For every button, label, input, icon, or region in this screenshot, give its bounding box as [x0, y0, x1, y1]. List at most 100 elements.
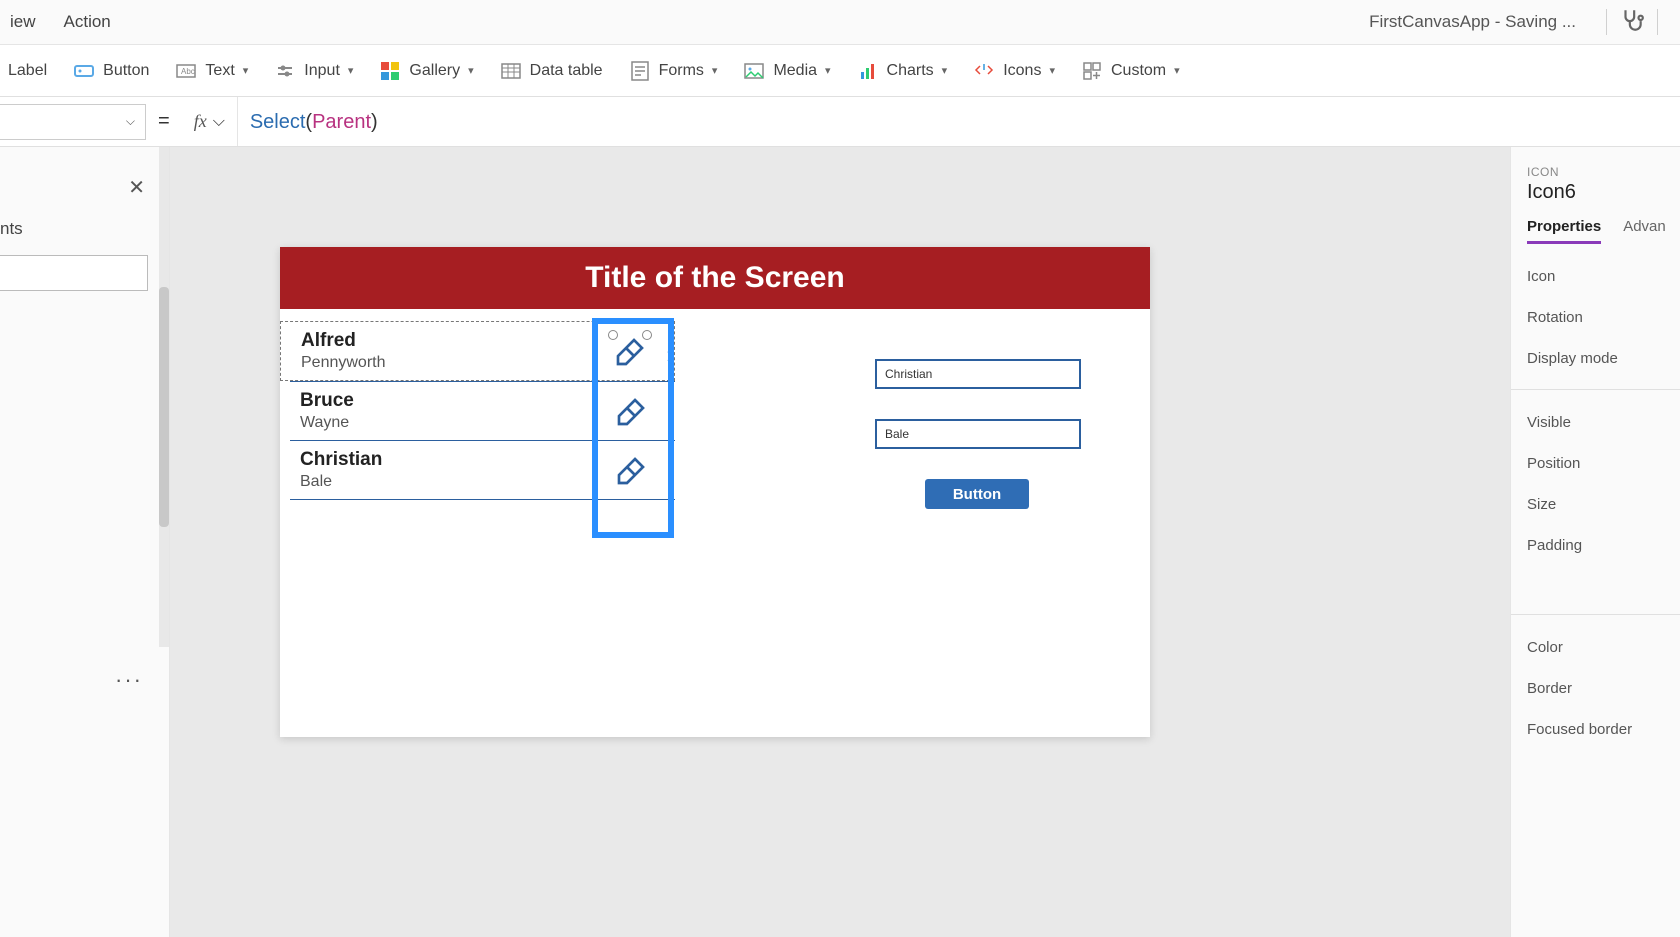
prop-row[interactable]: Padding	[1527, 537, 1664, 554]
fx-button[interactable]: fx ⌵	[182, 97, 238, 146]
forms-icon	[629, 60, 651, 82]
submit-button[interactable]: Button	[925, 479, 1029, 509]
text-text: Text	[205, 62, 234, 80]
insert-text[interactable]: Abc Text ▾	[175, 60, 248, 82]
fx-label: fx	[194, 111, 207, 132]
media-text: Media	[773, 62, 817, 80]
button-text: Button	[103, 62, 149, 80]
prop-row[interactable]: Color	[1527, 639, 1664, 656]
prop-row[interactable]: Visible	[1527, 414, 1664, 431]
formula-func: Select	[250, 111, 306, 133]
insert-input[interactable]: Input ▾	[274, 60, 353, 82]
chevron-down-icon: ▾	[243, 64, 249, 77]
tree-view-panel: ✕ nts ···	[0, 147, 170, 937]
gallery-control[interactable]: Alfred Pennyworth › Bruce Wayne	[280, 321, 675, 509]
screen-title: Title of the Screen	[280, 247, 1150, 309]
eraser-icon[interactable]	[614, 336, 646, 373]
canvas-area: Title of the Screen Alfred Pennyworth ›	[170, 147, 1510, 937]
lastname-input[interactable]: Bale	[875, 419, 1081, 449]
insert-ribbon: Label Button Abc Text ▾ Input ▾ Gallery …	[0, 45, 1680, 97]
insert-gallery[interactable]: Gallery ▾	[379, 60, 473, 82]
svg-text:Abc: Abc	[181, 67, 195, 76]
gallery-row[interactable]: Christian Bale ›	[280, 441, 675, 499]
divider	[1606, 9, 1607, 35]
prop-row[interactable]: Size	[1527, 496, 1664, 513]
forms-text: Forms	[659, 62, 704, 80]
insert-media[interactable]: Media ▾	[743, 60, 830, 82]
row-firstname: Alfred	[301, 330, 654, 352]
menu-bar: iew Action FirstCanvasApp - Saving ...	[0, 0, 1680, 45]
formula-arg: Parent	[312, 111, 371, 133]
icons-icon	[973, 60, 995, 82]
eraser-icon[interactable]	[615, 455, 647, 492]
insert-datatable[interactable]: Data table	[500, 60, 603, 82]
charts-icon	[857, 60, 879, 82]
gallery-text: Gallery	[409, 62, 460, 80]
datatable-text: Data table	[530, 62, 603, 80]
row-lastname: Pennyworth	[301, 354, 654, 372]
formula-input[interactable]: Select(Parent)	[238, 109, 1680, 134]
divider	[1657, 9, 1658, 35]
control-type-label: ICON	[1527, 165, 1664, 179]
tab-properties[interactable]: Properties	[1527, 218, 1601, 244]
chevron-down-icon: ▾	[712, 64, 718, 77]
menu-action[interactable]: Action	[64, 12, 111, 32]
custom-text: Custom	[1111, 62, 1166, 80]
firstname-input[interactable]: Christian	[875, 359, 1081, 389]
prop-row[interactable]: Icon	[1527, 268, 1664, 285]
row-firstname: Christian	[300, 449, 655, 471]
close-icon[interactable]: ✕	[128, 175, 145, 200]
insert-charts[interactable]: Charts ▾	[857, 60, 948, 82]
text-icon: Abc	[175, 60, 197, 82]
form-area: Christian Bale Button	[675, 309, 1150, 509]
chevron-down-icon: ▾	[1049, 64, 1055, 77]
gallery-row[interactable]: Bruce Wayne ›	[280, 382, 675, 440]
scrollbar-thumb[interactable]	[159, 287, 169, 527]
properties-panel: ICON Icon6 Properties Advan Icon Rotatio…	[1510, 147, 1680, 937]
prop-row[interactable]: Display mode	[1527, 350, 1664, 367]
prop-row[interactable]: Position	[1527, 455, 1664, 472]
gallery-row[interactable]: Alfred Pennyworth ›	[280, 321, 675, 381]
tree-search-input[interactable]	[0, 255, 148, 291]
chevron-right-icon[interactable]: ›	[668, 461, 675, 487]
custom-icon	[1081, 60, 1103, 82]
chevron-down-icon: ▾	[348, 64, 354, 77]
icons-text: Icons	[1003, 62, 1041, 80]
insert-button[interactable]: Button	[73, 60, 149, 82]
gallery-icon	[379, 60, 401, 82]
tree-view-title: nts	[0, 219, 23, 239]
formula-bar: ⌵ = fx ⌵ Select(Parent)	[0, 97, 1680, 147]
insert-icons[interactable]: Icons ▾	[973, 60, 1055, 82]
prop-row[interactable]: Border	[1527, 680, 1664, 697]
menu-view[interactable]: iew	[10, 12, 36, 32]
chevron-down-icon: ⌵	[213, 113, 225, 131]
prop-row[interactable]: Focused border	[1527, 721, 1664, 738]
insert-custom[interactable]: Custom ▾	[1081, 60, 1180, 82]
row-lastname: Bale	[300, 473, 655, 491]
insert-label[interactable]: Label	[8, 62, 47, 80]
input-text: Input	[304, 62, 340, 80]
more-icon[interactable]: ···	[115, 667, 143, 693]
insert-forms[interactable]: Forms ▾	[629, 60, 718, 82]
row-lastname: Wayne	[300, 414, 655, 432]
chevron-down-icon: ▾	[942, 64, 948, 77]
equals-sign: =	[158, 110, 170, 133]
label-text: Label	[8, 62, 47, 80]
row-firstname: Bruce	[300, 390, 655, 412]
app-checker-icon[interactable]	[1619, 7, 1645, 38]
chevron-down-icon: ▾	[468, 64, 474, 77]
control-name: Icon6	[1527, 181, 1664, 204]
property-dropdown[interactable]: ⌵	[0, 104, 146, 140]
tab-advanced[interactable]: Advan	[1623, 218, 1666, 244]
button-icon	[73, 60, 95, 82]
app-canvas[interactable]: Title of the Screen Alfred Pennyworth ›	[280, 247, 1150, 737]
datatable-icon	[500, 60, 522, 82]
media-icon	[743, 60, 765, 82]
prop-row[interactable]: Rotation	[1527, 309, 1664, 326]
eraser-icon[interactable]	[615, 396, 647, 433]
chevron-right-icon[interactable]: ›	[667, 342, 674, 368]
chevron-right-icon[interactable]: ›	[668, 402, 675, 428]
chevron-down-icon: ▾	[1174, 64, 1180, 77]
chevron-down-icon: ▾	[825, 64, 831, 77]
charts-text: Charts	[887, 62, 934, 80]
